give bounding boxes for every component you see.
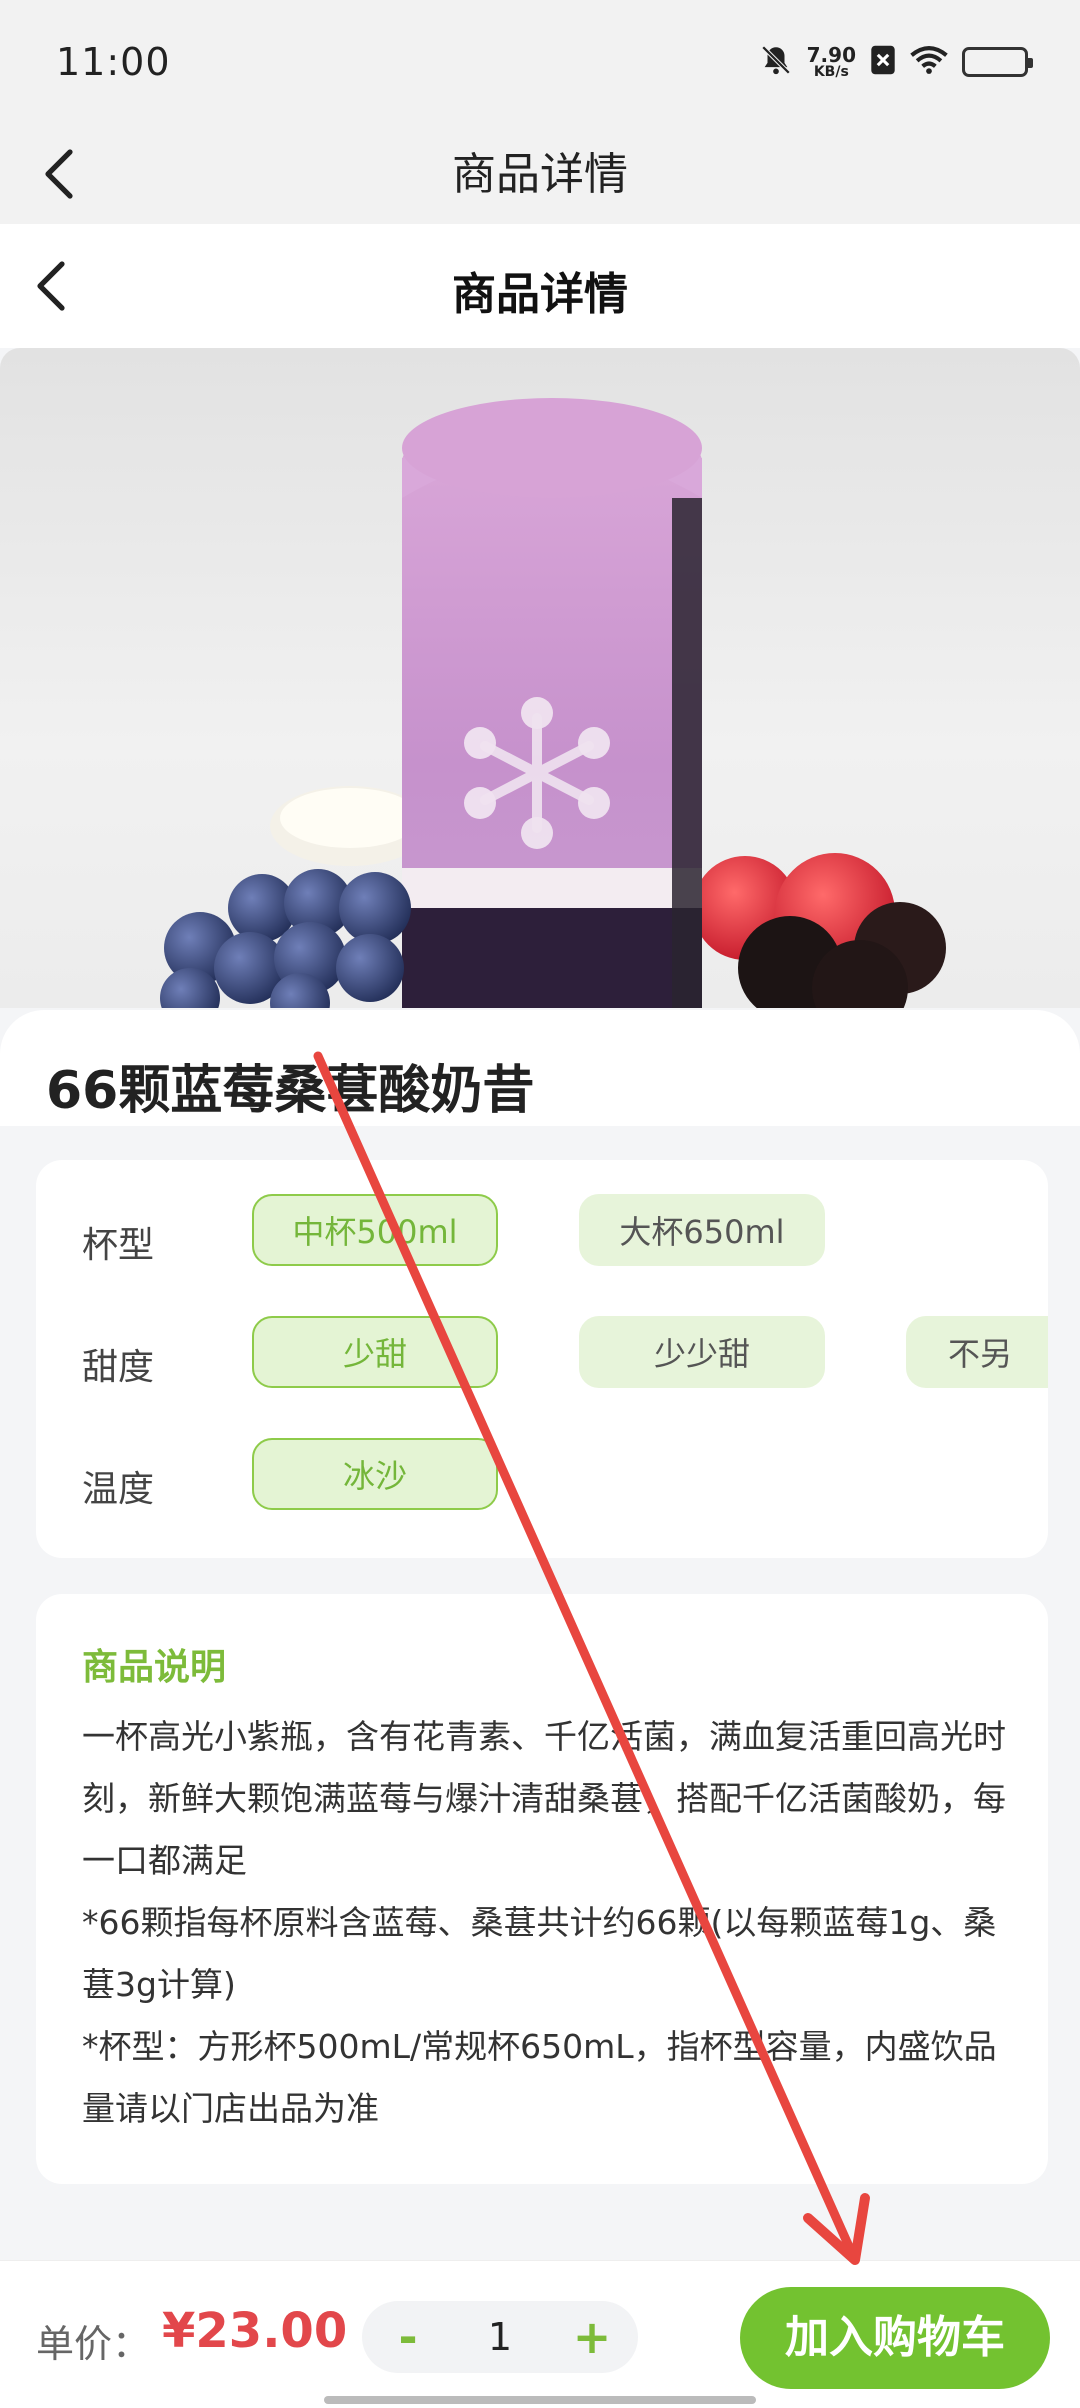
option-label-temperature: 温度 (82, 1469, 155, 1510)
inner-page-title: 商品详情 (452, 269, 628, 320)
product-name: 66颗蓝莓桑葚酸奶昔 (46, 1061, 535, 1121)
network-speed: 7.90 KB/s (807, 45, 856, 79)
description-body: 一杯高光小紫瓶，含有花青素、千亿活菌，满血复活重回高光时刻，新鲜大颗饱满蓝莓与爆… (82, 1706, 1012, 2140)
outer-header: 商品详情 (0, 124, 1080, 224)
product-image (0, 348, 1080, 1008)
option-label-sweetness: 甜度 (82, 1347, 155, 1388)
home-indicator[interactable] (324, 2396, 756, 2404)
wifi-icon (910, 45, 948, 79)
chip-temperature-slush[interactable]: 冰沙 (252, 1438, 498, 1510)
unit-price-value: ¥23.00 (162, 2303, 348, 2359)
battery-icon (962, 47, 1033, 77)
chip-cup-medium[interactable]: 中杯500ml (252, 1194, 498, 1266)
description-title: 商品说明 (82, 1647, 227, 1688)
network-speed-unit: KB/s (813, 64, 849, 80)
sim-x-icon (870, 44, 896, 80)
inner-header: 商品详情 (0, 224, 1080, 348)
outer-page-title: 商品详情 (452, 149, 628, 200)
network-speed-value: 7.90 (806, 43, 856, 67)
decrease-quantity-button[interactable]: - (368, 2301, 448, 2373)
option-label-cup: 杯型 (82, 1225, 155, 1266)
chip-sweetness-lesser[interactable]: 少少甜 (579, 1316, 825, 1388)
bottom-bar: 单价： ¥23.00 - 1 + 加入购物车 (0, 2260, 1080, 2408)
description-paragraph: *66颗指每杯原料含蓝莓、桑葚共计约66颗(以每颗蓝莓1g、桑葚3g计算) (82, 1903, 997, 2004)
chip-cup-large[interactable]: 大杯650ml (579, 1194, 825, 1266)
status-icons: 7.90 KB/s (759, 42, 1033, 82)
chip-sweetness-none[interactable]: 不另 (906, 1316, 1048, 1388)
product-title-card: 66颗蓝莓桑葚酸奶昔 (0, 1010, 1080, 1126)
status-time: 11:00 (56, 40, 171, 84)
increase-quantity-button[interactable]: + (552, 2301, 632, 2373)
options-card: 杯型 中杯500ml 大杯650ml 甜度 少甜 少少甜 不另 温度 冰沙 (36, 1160, 1048, 1558)
unit-price-label: 单价： (36, 2322, 151, 2366)
add-to-cart-button[interactable]: 加入购物车 (740, 2287, 1050, 2389)
status-bar: 11:00 7.90 KB/s (0, 0, 1080, 124)
description-paragraph: 一杯高光小紫瓶，含有花青素、千亿活菌，满血复活重回高光时刻，新鲜大颗饱满蓝莓与爆… (82, 1717, 1006, 1880)
description-paragraph: *杯型：方形杯500mL/常规杯650mL，指杯型容量，内盛饮品量请以门店出品为… (82, 2027, 997, 2128)
quantity-stepper: - 1 + (362, 2301, 638, 2373)
description-card: 商品说明 一杯高光小紫瓶，含有花青素、千亿活菌，满血复活重回高光时刻，新鲜大颗饱… (36, 1594, 1048, 2184)
product-illustration (160, 398, 946, 1008)
bell-muted-icon (759, 43, 793, 81)
chip-sweetness-less[interactable]: 少甜 (252, 1316, 498, 1388)
quantity-value: 1 (487, 2315, 513, 2359)
